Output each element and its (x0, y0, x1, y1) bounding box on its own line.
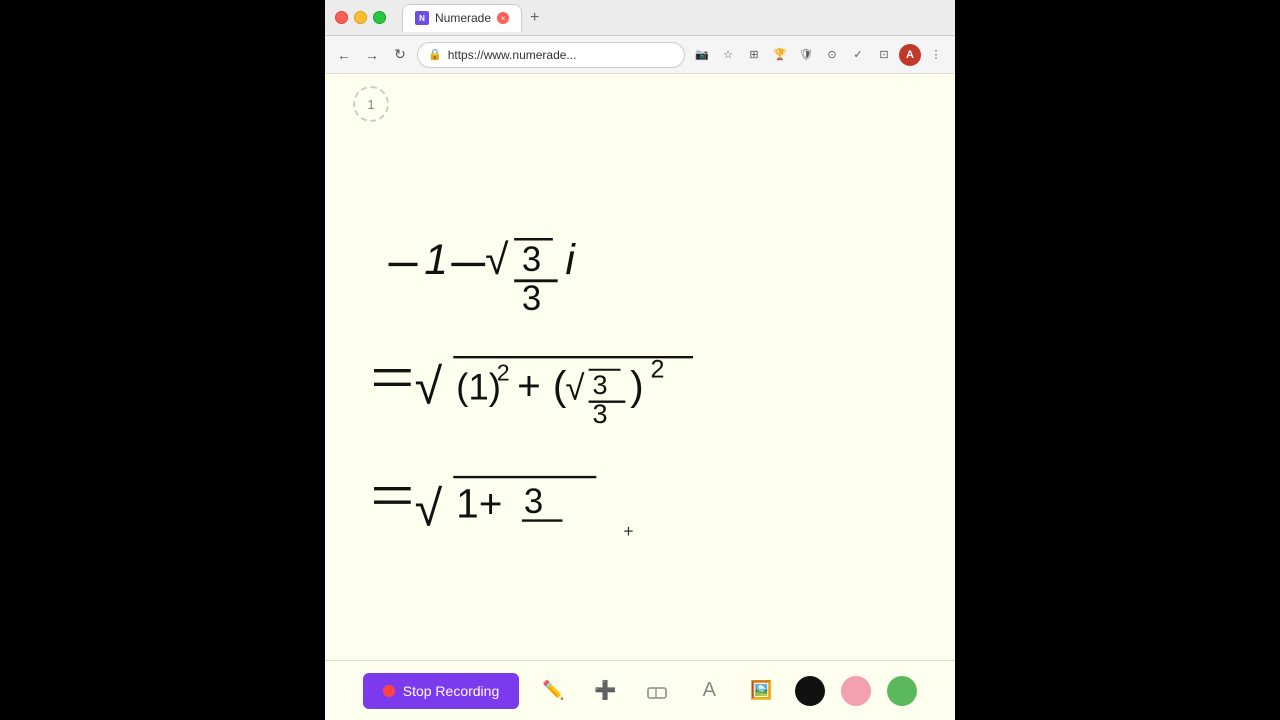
stop-recording-button[interactable]: Stop Recording (363, 673, 520, 709)
address-bar: ← → ↻ 🔒 https://www.numerade... 📷 ☆ ⊞ 🏆 … (325, 36, 955, 74)
stop-recording-label: Stop Recording (403, 683, 500, 699)
check-icon[interactable]: ✓ (847, 44, 869, 66)
right-black-bar (955, 0, 1280, 720)
traffic-lights (335, 11, 386, 24)
svg-text:+: + (623, 521, 633, 539)
browser-toolbar: 📷 ☆ ⊞ 🏆 🛡 ⊙ ✓ ⊡ A ⋮ (691, 44, 947, 66)
maximize-button[interactable] (373, 11, 386, 24)
url-text: https://www.numerade... (448, 48, 577, 62)
page-number: 1 (353, 86, 389, 122)
tab-close-button[interactable]: × (497, 12, 509, 24)
svg-text:√: √ (565, 369, 585, 408)
browser-window: N Numerade × + ← → ↻ 🔒 https://www.numer… (325, 0, 955, 720)
add-tool[interactable]: ➕ (587, 673, 623, 709)
menu-icon[interactable]: ⋮ (925, 44, 947, 66)
svg-text:√: √ (415, 480, 443, 536)
back-button[interactable]: ← (333, 44, 355, 66)
svg-text:3: 3 (524, 482, 543, 521)
color-pink[interactable] (841, 676, 871, 706)
svg-text:2: 2 (650, 356, 664, 384)
math-content: 1 √ 3 3 i √ (345, 129, 925, 539)
refresh-button[interactable]: ↻ (389, 44, 411, 66)
svg-text:+: + (517, 363, 541, 409)
canvas-area[interactable]: 1 1 √ 3 3 i (325, 74, 955, 660)
svg-text:3: 3 (592, 370, 607, 400)
shield-icon[interactable]: 🛡 (795, 44, 817, 66)
color-green[interactable] (887, 676, 917, 706)
camera-icon[interactable]: 📷 (691, 44, 713, 66)
color-black[interactable] (795, 676, 825, 706)
svg-text:1+: 1+ (456, 481, 502, 527)
svg-text:√: √ (415, 359, 443, 415)
svg-text:(1): (1) (456, 367, 501, 408)
lock-icon: 🔒 (428, 48, 442, 61)
recording-indicator (383, 685, 395, 697)
svg-text:3: 3 (522, 240, 541, 279)
svg-text:2: 2 (497, 359, 510, 385)
forward-button[interactable]: → (361, 44, 383, 66)
bottom-toolbar: Stop Recording ✏️ ➕ A 🖼️ (325, 660, 955, 720)
user-avatar[interactable]: A (899, 44, 921, 66)
minimize-button[interactable] (354, 11, 367, 24)
pencil-tool[interactable]: ✏️ (535, 673, 571, 709)
svg-text:i: i (565, 236, 576, 284)
new-tab-button[interactable]: + (526, 9, 543, 27)
image-tool[interactable]: 🖼️ (743, 673, 779, 709)
svg-text:1: 1 (424, 236, 448, 284)
eraser-tool[interactable] (639, 673, 675, 709)
left-black-bar (0, 0, 325, 720)
bookmark-icon[interactable]: ☆ (717, 44, 739, 66)
circle-icon[interactable]: ⊙ (821, 44, 843, 66)
extensions-icon[interactable]: ⊞ (743, 44, 765, 66)
tab-favicon: N (415, 11, 429, 25)
close-button[interactable] (335, 11, 348, 24)
title-bar: N Numerade × + (325, 0, 955, 36)
trophy-icon[interactable]: 🏆 (769, 44, 791, 66)
svg-text:3: 3 (522, 279, 541, 318)
active-tab[interactable]: N Numerade × (402, 4, 522, 32)
url-bar[interactable]: 🔒 https://www.numerade... (417, 42, 685, 68)
svg-text:√: √ (485, 236, 509, 284)
tab-title: Numerade (435, 11, 491, 25)
screen-icon[interactable]: ⊡ (873, 44, 895, 66)
svg-text:3: 3 (592, 399, 607, 429)
svg-text:): ) (630, 363, 644, 409)
tab-bar: N Numerade × + (402, 4, 945, 32)
text-tool[interactable]: A (691, 673, 727, 709)
